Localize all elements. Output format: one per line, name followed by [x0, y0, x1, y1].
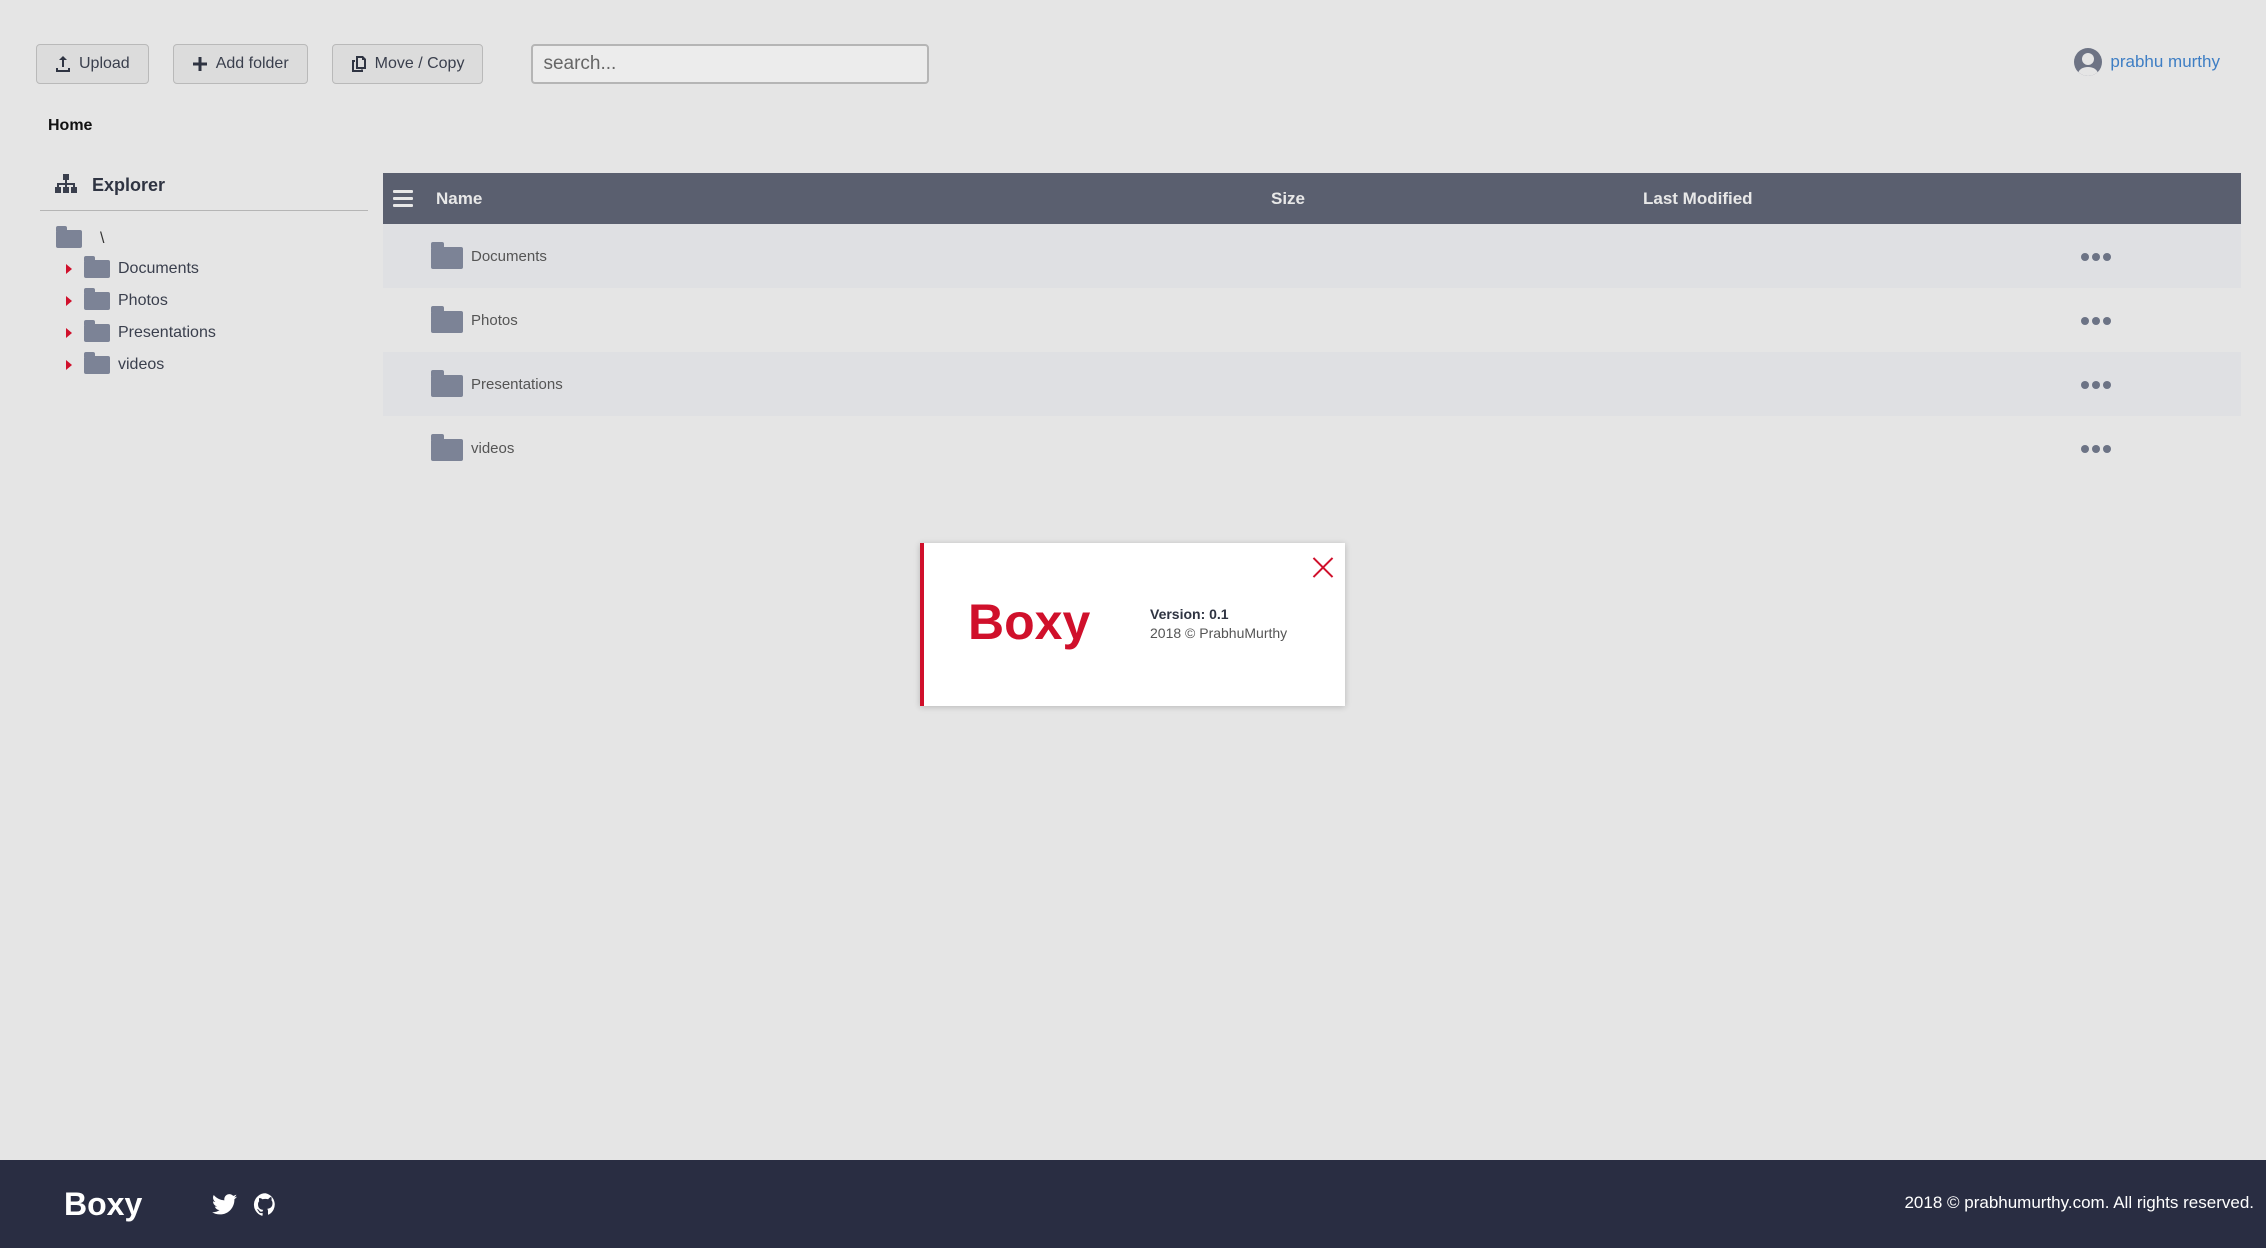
- tree-item-documents[interactable]: Documents: [40, 253, 368, 285]
- folder-icon: [84, 256, 110, 278]
- sidebar-header: Explorer: [40, 174, 368, 211]
- sitemap-icon: [55, 174, 77, 193]
- tree-item-videos[interactable]: videos: [40, 349, 368, 381]
- sidebar: Explorer \ Documents Photos Presentation…: [40, 174, 368, 381]
- close-icon[interactable]: [1311, 555, 1335, 579]
- tree-item-label: Photos: [118, 292, 168, 309]
- upload-label: Upload: [79, 55, 130, 72]
- folder-icon: [431, 306, 463, 333]
- column-name[interactable]: Name: [436, 173, 482, 224]
- column-size[interactable]: Size: [1271, 173, 1305, 224]
- caret-right-icon[interactable]: [66, 264, 72, 274]
- twitter-icon[interactable]: [212, 1193, 237, 1216]
- more-options-icon[interactable]: [2081, 381, 2111, 389]
- social-links: [212, 1193, 278, 1216]
- toolbar: Upload Add folder Move / Copy: [36, 44, 930, 84]
- move-copy-label: Move / Copy: [374, 55, 465, 72]
- folder-icon: [84, 352, 110, 374]
- user-name[interactable]: prabhu murthy: [2110, 52, 2220, 72]
- table-row[interactable]: Presentations: [383, 352, 2241, 416]
- more-options-icon[interactable]: [2081, 317, 2111, 325]
- file-table: Name Size Last Modified Documents Photos…: [383, 173, 2241, 480]
- tree-root[interactable]: \: [40, 225, 368, 253]
- tree-item-label: Documents: [118, 260, 199, 277]
- folder-icon: [84, 320, 110, 342]
- avatar-icon: [2074, 48, 2103, 76]
- modal-copyright: 2018 © PrabhuMurthy: [1150, 625, 1288, 641]
- modal-brand: Boxy: [968, 594, 1091, 650]
- add-folder-label: Add folder: [215, 55, 289, 72]
- more-options-icon[interactable]: [2081, 253, 2111, 261]
- table-body: Documents Photos Presentations videos: [383, 224, 2241, 480]
- about-modal: Boxy Version: 0.1 2018 © PrabhuMurthy: [920, 543, 1345, 706]
- tree-root-label: \: [100, 230, 105, 247]
- tree-item-label: videos: [118, 356, 165, 373]
- search-input[interactable]: [531, 44, 930, 84]
- tree-item-presentations[interactable]: Presentations: [40, 317, 368, 349]
- tree-item-photos[interactable]: Photos: [40, 285, 368, 317]
- table-row[interactable]: Documents: [383, 224, 2241, 288]
- caret-right-icon[interactable]: [66, 360, 72, 370]
- caret-right-icon[interactable]: [66, 328, 72, 338]
- row-name[interactable]: Photos: [471, 312, 518, 329]
- upload-button[interactable]: Upload: [36, 44, 149, 84]
- upload-icon: [56, 56, 70, 72]
- modal-version: Version: 0.1: [1150, 606, 1229, 622]
- folder-icon: [431, 434, 463, 461]
- column-last-modified[interactable]: Last Modified: [1643, 173, 1753, 224]
- table-header: Name Size Last Modified: [383, 173, 2241, 224]
- copy-icon: [351, 56, 366, 72]
- move-copy-button[interactable]: Move / Copy: [331, 44, 484, 84]
- folder-tree: \ Documents Photos Presentations videos: [40, 211, 368, 381]
- table-row[interactable]: Photos: [383, 288, 2241, 352]
- row-name[interactable]: videos: [471, 440, 514, 457]
- row-name[interactable]: Presentations: [471, 376, 563, 393]
- row-name[interactable]: Documents: [471, 248, 547, 265]
- more-options-icon[interactable]: [2081, 445, 2111, 453]
- caret-right-icon[interactable]: [66, 296, 72, 306]
- folder-icon: [56, 226, 82, 248]
- folder-icon: [431, 370, 463, 397]
- footer-brand: Boxy: [64, 1186, 143, 1222]
- sidebar-title: Explorer: [92, 174, 166, 195]
- plus-icon: [192, 57, 207, 71]
- github-icon[interactable]: [253, 1193, 278, 1216]
- user-menu[interactable]: prabhu murthy: [2074, 48, 2220, 76]
- hamburger-menu-icon[interactable]: [393, 186, 413, 211]
- table-row[interactable]: videos: [383, 416, 2241, 480]
- footer: Boxy 2018 © prabhumurthy.com. All rights…: [0, 1160, 2266, 1248]
- folder-icon: [431, 242, 463, 269]
- breadcrumb[interactable]: Home: [48, 117, 92, 135]
- tree-item-label: Presentations: [118, 324, 216, 341]
- folder-icon: [84, 288, 110, 310]
- footer-copyright: 2018 © prabhumurthy.com. All rights rese…: [1904, 1193, 2254, 1212]
- add-folder-button[interactable]: Add folder: [172, 44, 308, 84]
